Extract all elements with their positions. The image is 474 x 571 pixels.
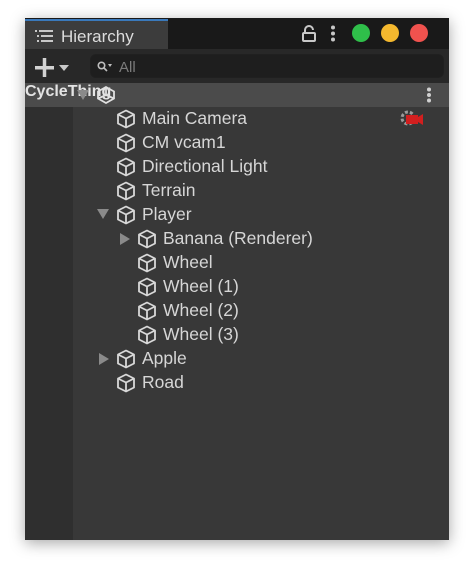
title-bar: Hierarchy: [25, 18, 449, 49]
collapse-arrow-icon[interactable]: [77, 90, 89, 100]
search-icon: [97, 60, 113, 78]
minimize-button[interactable]: [381, 24, 399, 42]
hierarchy-item[interactable]: Apple: [25, 347, 449, 371]
more-options-icon[interactable]: [330, 25, 336, 47]
hierarchy-item[interactable]: Terrain: [25, 179, 449, 203]
toolbar: [25, 49, 449, 83]
expand-arrow-icon[interactable]: [120, 233, 130, 245]
hierarchy-item-label: Wheel (2): [163, 300, 239, 320]
unity-icon: [96, 85, 116, 109]
collapse-arrow-icon[interactable]: [97, 209, 109, 219]
search-field[interactable]: [90, 54, 444, 78]
add-button[interactable]: [35, 58, 75, 78]
maximize-button[interactable]: [352, 24, 370, 42]
hierarchy-item-label: Directional Light: [142, 156, 268, 176]
hierarchy-item-label: Banana (Renderer): [163, 228, 313, 248]
hierarchy-item-label: Player: [142, 204, 192, 224]
hierarchy-item[interactable]: Wheel (3): [25, 323, 449, 347]
search-input[interactable]: [117, 56, 441, 78]
hierarchy-window: Hierarchy All CycleThing Main Camera CM …: [25, 18, 449, 540]
hierarchy-item[interactable]: Wheel (1): [25, 275, 449, 299]
lock-icon[interactable]: [302, 25, 316, 47]
hierarchy-item[interactable]: Directional Light: [25, 155, 449, 179]
hierarchy-item[interactable]: Wheel (2): [25, 299, 449, 323]
camera-warning-icon[interactable]: [400, 110, 424, 133]
scene-menu-icon[interactable]: [426, 87, 432, 108]
hierarchy-item[interactable]: Road: [25, 371, 449, 395]
hierarchy-item[interactable]: CM vcam1: [25, 131, 449, 155]
hierarchy-item-label: Terrain: [142, 180, 196, 200]
tab-hierarchy[interactable]: Hierarchy: [25, 19, 168, 49]
list-icon: [35, 29, 53, 48]
tab-title: Hierarchy: [61, 27, 134, 46]
hierarchy-item[interactable]: Wheel: [25, 251, 449, 275]
hierarchy-item[interactable]: Banana (Renderer): [25, 227, 449, 251]
scene-header[interactable]: CycleThing: [25, 83, 449, 107]
hierarchy-item[interactable]: Main Camera: [25, 107, 449, 131]
expand-arrow-icon[interactable]: [99, 353, 109, 365]
hierarchy-item[interactable]: Player: [25, 203, 449, 227]
hierarchy-item-label: Wheel (3): [163, 324, 239, 344]
hierarchy-item-label: CM vcam1: [142, 132, 226, 152]
hierarchy-item-label: Wheel: [163, 252, 213, 272]
hierarchy-item-label: Apple: [142, 348, 187, 368]
hierarchy-item-label: Wheel (1): [163, 276, 239, 296]
close-button[interactable]: [410, 24, 428, 42]
hierarchy-item-label: Main Camera: [142, 108, 248, 128]
gameobject-cube-icon: [116, 373, 136, 398]
hierarchy-item-label: Road: [142, 372, 184, 392]
